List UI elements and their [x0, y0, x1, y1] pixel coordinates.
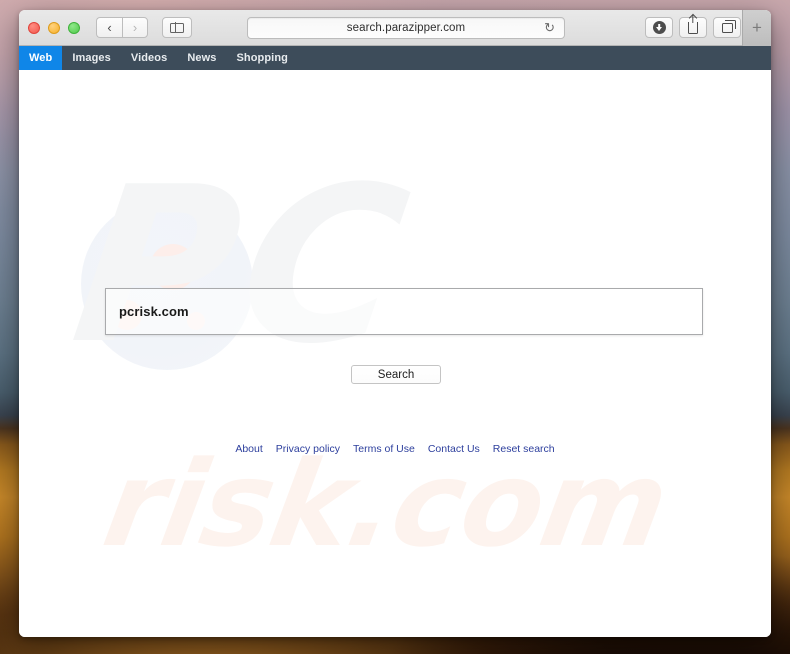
footer-link-reset-search[interactable]: Reset search: [493, 443, 555, 455]
share-icon: [688, 21, 698, 34]
reload-icon[interactable]: ↻: [544, 21, 555, 34]
nav-item-images[interactable]: Images: [62, 46, 121, 70]
search-input[interactable]: pcrisk.com: [105, 288, 703, 335]
footer-link-terms-of-use[interactable]: Terms of Use: [353, 443, 415, 455]
nav-item-news-label: News: [187, 52, 217, 64]
window-controls: [28, 21, 80, 34]
nav-item-videos-label: Videos: [130, 52, 168, 64]
footer-link-privacy-policy[interactable]: Privacy policy: [276, 443, 340, 455]
navigation-buttons: ‹ ›: [96, 17, 148, 38]
safari-browser-window: ‹ › search.parazipper.com ↻ + Web Images…: [19, 10, 771, 637]
address-bar[interactable]: search.parazipper.com ↻: [247, 16, 565, 39]
sidebar-icon: [170, 22, 184, 33]
browser-toolbar: ‹ › search.parazipper.com ↻ +: [19, 10, 771, 46]
minimize-window-button[interactable]: [48, 21, 60, 34]
toolbar-right-buttons: [645, 17, 741, 38]
share-button[interactable]: [679, 17, 707, 38]
watermark-risk-text: risk.com: [94, 435, 678, 573]
nav-item-web[interactable]: Web: [19, 46, 63, 70]
back-button[interactable]: ‹: [96, 17, 122, 38]
downloads-button[interactable]: [645, 17, 673, 38]
footer-link-about[interactable]: About: [235, 443, 262, 455]
tab-overview-button[interactable]: [713, 17, 741, 38]
sidebar-toggle-button[interactable]: [162, 17, 192, 38]
new-tab-button[interactable]: +: [742, 10, 771, 46]
nav-item-web-label: Web: [29, 52, 53, 64]
watermark-pc-text: PC: [61, 140, 429, 391]
search-button-label: Search: [377, 368, 415, 381]
nav-item-images-label: Images: [72, 52, 111, 64]
footer-link-contact-us[interactable]: Contact Us: [428, 443, 480, 455]
chevron-right-icon: ›: [132, 20, 138, 35]
close-window-button[interactable]: [28, 21, 40, 34]
plus-icon: +: [752, 17, 762, 37]
search-page-content: PC risk.com pcrisk.com Search About Priv…: [19, 70, 771, 637]
download-icon: [652, 21, 666, 34]
desktop-background: ‹ › search.parazipper.com ↻ + Web Images…: [0, 0, 790, 654]
nav-item-shopping[interactable]: Shopping: [226, 46, 298, 70]
nav-item-shopping-label: Shopping: [236, 52, 288, 64]
chevron-left-icon: ‹: [107, 20, 112, 35]
search-input-value: pcrisk.com: [119, 304, 189, 319]
search-button[interactable]: Search: [351, 365, 441, 384]
address-bar-url: search.parazipper.com: [346, 21, 466, 34]
forward-button[interactable]: ›: [122, 17, 148, 38]
maximize-window-button[interactable]: [68, 21, 80, 34]
tab-overview-icon: [721, 20, 736, 33]
site-navigation-bar: Web Images Videos News Shopping: [19, 46, 771, 70]
footer-links: About Privacy policy Terms of Use Contac…: [19, 443, 771, 455]
nav-item-news[interactable]: News: [177, 46, 226, 70]
nav-item-videos[interactable]: Videos: [121, 46, 177, 70]
